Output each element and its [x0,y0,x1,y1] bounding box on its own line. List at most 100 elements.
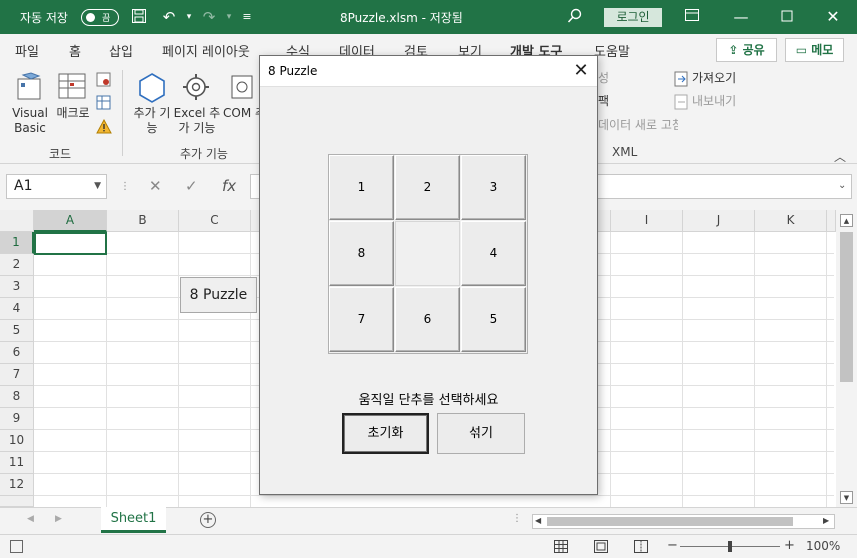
column-header[interactable]: K [755,210,827,232]
prev-sheet-icon[interactable]: ◀ [27,514,34,524]
row-header[interactable]: 10 [0,430,34,452]
macro-icon [58,73,88,104]
zoom-in-icon[interactable]: + [784,538,795,553]
undo-icon[interactable]: ↶ [160,8,178,26]
tab-page-layout[interactable]: 페이지 레이아웃 [162,41,250,60]
puzzle-tile[interactable]: 4 [461,221,526,286]
search-icon[interactable] [566,8,584,26]
page-break-view-icon[interactable] [634,540,648,556]
column-header[interactable]: C [179,210,251,232]
zoom-slider-thumb[interactable] [728,541,732,552]
macro-button[interactable]: 매크로 [53,106,93,121]
collapse-ribbon-icon[interactable]: ︿ [834,148,846,165]
login-button[interactable]: 로그인 [604,8,662,27]
document-title[interactable]: 8Puzzle.xlsm - 저장됨 [340,9,463,26]
tab-home[interactable]: 홈 [69,41,81,60]
column-header[interactable]: A [34,210,107,232]
scroll-thumb[interactable] [840,232,853,382]
next-sheet-icon[interactable]: ▶ [55,514,62,524]
visual-basic-button[interactable]: Visual Basic [6,106,54,136]
row-header[interactable]: 5 [0,320,34,342]
row-header[interactable]: 4 [0,298,34,320]
xml-refresh-data-button[interactable]: 데이터 새로 고침 [598,118,678,133]
scroll-left-icon[interactable]: ◀ [535,516,541,525]
puzzle-tile[interactable]: 3 [461,155,526,220]
export-button[interactable]: 내보내기 [692,94,736,109]
normal-view-icon[interactable] [554,540,568,556]
export-icon [673,94,689,113]
relative-reference-icon[interactable] [96,95,112,114]
macro-recording-icon[interactable] [10,540,23,553]
addins-button[interactable]: 추가 기능 [132,106,172,136]
puzzle-tile[interactable]: 5 [461,287,526,352]
zoom-level[interactable]: 100% [806,539,840,553]
add-sheet-icon[interactable]: + [200,512,216,528]
excel-addins-button[interactable]: Excel 추가 기능 [172,106,222,136]
horizontal-scrollbar[interactable]: ◀ ▶ [532,514,835,529]
row-header[interactable]: 6 [0,342,34,364]
xml-map-properties-button[interactable]: 성 [598,71,609,86]
row-header[interactable]: 3 [0,276,34,298]
close-icon[interactable]: ✕ [824,8,842,26]
puzzle-tile[interactable]: 2 [395,155,460,220]
insert-function-icon[interactable]: fx [222,177,236,195]
scroll-up-icon[interactable]: ▲ [840,214,853,227]
shuffle-button[interactable]: 섞기 [437,413,525,454]
expand-formula-bar-icon[interactable]: ⌄ [838,180,846,191]
puzzle-tile[interactable]: 7 [329,287,394,352]
redo-icon[interactable]: ↷ [200,8,218,26]
dialog-close-icon[interactable]: ✕ [566,59,596,85]
name-box-dropdown-icon[interactable]: ▼ [94,175,101,198]
memo-button[interactable]: ▭ 메모 [785,38,844,62]
horizontal-scroll-thumb[interactable] [547,517,793,526]
autosave-toggle[interactable]: 끔 [81,9,119,26]
row-header[interactable]: 11 [0,452,34,474]
select-all-corner[interactable] [0,210,34,232]
import-button[interactable]: 가져오기 [692,71,736,86]
row-header[interactable]: 7 [0,364,34,386]
tab-help[interactable]: 도움말 [594,41,630,60]
minimize-icon[interactable]: — [732,8,750,26]
row-header[interactable]: 8 [0,386,34,408]
scroll-right-icon[interactable]: ▶ [823,516,829,525]
column-header[interactable]: J [683,210,755,232]
vertical-scrollbar[interactable]: ▲ ▼ [836,210,857,507]
puzzle-tile-empty[interactable] [395,221,460,286]
redo-dropdown-icon[interactable]: ▾ [220,8,238,26]
undo-dropdown-icon[interactable]: ▾ [180,8,198,26]
zoom-out-icon[interactable]: − [667,538,678,553]
macro-security-warning-icon[interactable] [96,118,112,138]
record-macro-icon[interactable] [96,72,112,91]
gridline [106,232,107,507]
dialog-title-bar[interactable]: 8 Puzzle ✕ [260,56,597,87]
ribbon-separator [122,70,123,156]
xml-expansion-packs-button[interactable]: 팩 [598,94,609,109]
page-layout-view-icon[interactable] [594,540,608,556]
puzzle-tile[interactable]: 8 [329,221,394,286]
name-box[interactable]: A1 ▼ [6,174,107,199]
active-cell[interactable] [34,232,107,255]
open-puzzle-button[interactable]: 8 Puzzle [180,277,257,313]
sheet-tab[interactable]: Sheet1 [101,507,166,533]
puzzle-tile[interactable]: 1 [329,155,394,220]
row-header[interactable]: 1 [0,232,34,254]
ribbon-display-icon[interactable] [683,8,701,26]
tab-file[interactable]: 파일 [15,41,39,60]
customize-qat-icon[interactable]: ≡ [238,8,256,26]
row-header[interactable]: 9 [0,408,34,430]
row-header[interactable]: 12 [0,474,34,496]
tab-insert[interactable]: 삽입 [109,41,133,60]
puzzle-tile[interactable]: 6 [395,287,460,352]
share-button[interactable]: ⇪ 공유 [716,38,777,62]
column-header[interactable]: B [107,210,179,232]
scroll-down-icon[interactable]: ▼ [840,491,853,504]
column-header[interactable]: I [611,210,683,232]
maximize-icon[interactable] [778,8,796,26]
reset-button[interactable]: 초기화 [342,413,429,454]
save-icon[interactable] [130,8,148,26]
tab-split-grip-icon[interactable]: ⋮ [512,513,522,524]
row-header[interactable]: 2 [0,254,34,276]
com-addins-button[interactable]: COM 추가 기능 [223,106,259,121]
cancel-entry-icon[interactable]: ✕ [149,177,162,195]
confirm-entry-icon[interactable]: ✓ [185,177,198,195]
